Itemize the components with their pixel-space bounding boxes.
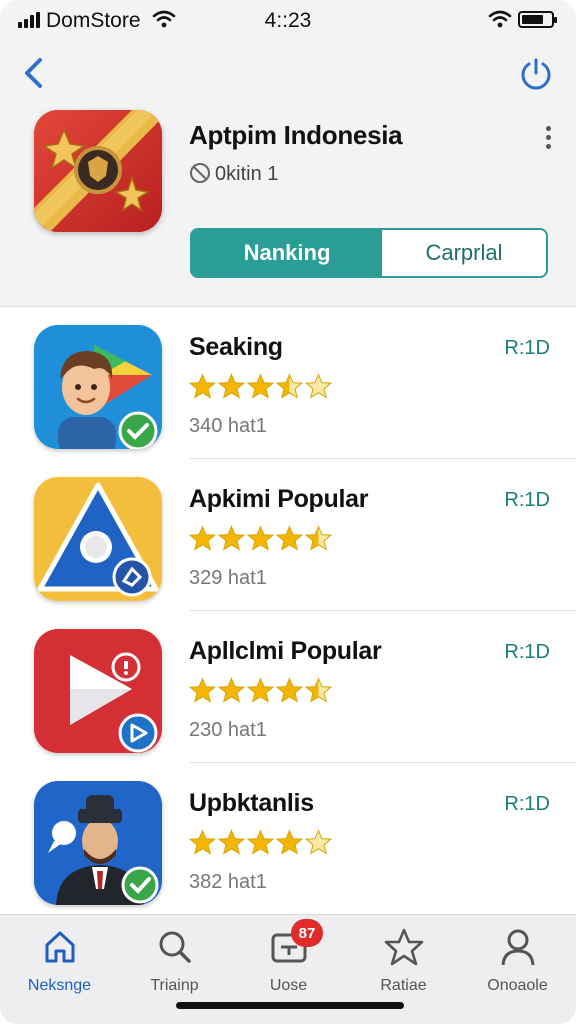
segmented-control: Nanking Carprlal bbox=[190, 228, 548, 278]
tab-search[interactable]: Triainp bbox=[117, 923, 232, 1003]
tab-updates[interactable]: 87 Uose bbox=[231, 919, 346, 1003]
phone-screen: DomStore 4::23 Aptpim Indonesia 0kitin 1… bbox=[0, 0, 576, 1024]
download-count: 329 hat1 bbox=[189, 567, 267, 589]
star-full-icon bbox=[218, 677, 245, 703]
back-arrow-icon[interactable] bbox=[18, 56, 50, 90]
tab-ratings[interactable]: Ratiae bbox=[346, 923, 461, 1003]
star-half-icon bbox=[305, 677, 332, 703]
app-icon bbox=[34, 325, 162, 449]
star-empty-icon bbox=[305, 373, 332, 399]
tab-home[interactable]: Neksnge bbox=[2, 923, 117, 1003]
star-full-icon bbox=[218, 373, 245, 399]
star-full-icon bbox=[189, 677, 216, 703]
search-icon bbox=[159, 931, 191, 963]
app-name: Seaking bbox=[189, 333, 283, 361]
star-full-icon bbox=[247, 373, 274, 399]
star-full-icon bbox=[218, 525, 245, 551]
star-full-icon bbox=[218, 829, 245, 855]
rank-tag: R:1D bbox=[504, 489, 550, 511]
tab-profile[interactable]: Onoaole bbox=[460, 923, 575, 1003]
notification-badge: 87 bbox=[291, 919, 323, 947]
app-name: Apkimi Popular bbox=[189, 485, 369, 513]
list-item[interactable]: Upbktanlis R:1D 382 hat1 bbox=[0, 763, 576, 915]
star-rating bbox=[189, 829, 334, 859]
star-full-icon bbox=[276, 525, 303, 551]
star-icon bbox=[384, 928, 423, 966]
rank-tag: R:1D bbox=[504, 641, 550, 663]
tab-label: Triainp bbox=[150, 977, 199, 994]
tab-label: Uose bbox=[269, 977, 308, 994]
app-name: Apllclmi Popular bbox=[189, 637, 382, 665]
star-rating bbox=[189, 373, 334, 403]
tab-label: Ratiae bbox=[380, 977, 427, 994]
app-title: Aptpim Indonesia bbox=[189, 120, 403, 150]
home-indicator[interactable] bbox=[176, 1002, 404, 1009]
more-vertical-icon[interactable] bbox=[538, 126, 558, 152]
wifi-icon bbox=[488, 10, 512, 28]
star-half-icon bbox=[276, 373, 303, 399]
segment-ranking[interactable]: Nanking bbox=[192, 230, 382, 276]
star-full-icon bbox=[247, 677, 274, 703]
star-full-icon bbox=[276, 677, 303, 703]
download-count: 382 hat1 bbox=[189, 871, 267, 893]
app-icon bbox=[34, 629, 162, 753]
list-item[interactable]: Seaking R:1D 340 hat1 bbox=[0, 307, 576, 459]
star-full-icon bbox=[189, 829, 216, 855]
list-item[interactable]: Apkimi Popular R:1D 329 hat1 bbox=[0, 459, 576, 611]
app-subtitle: 0kitin 1 bbox=[215, 163, 279, 185]
power-icon[interactable] bbox=[518, 56, 554, 92]
star-rating bbox=[189, 525, 334, 555]
app-name: Upbktanlis bbox=[189, 789, 314, 817]
app-list: Seaking R:1D 340 hat1 Apkimi Popular R:1… bbox=[0, 306, 576, 915]
person-icon bbox=[501, 929, 534, 966]
rank-tag: R:1D bbox=[504, 793, 550, 815]
star-full-icon bbox=[247, 829, 274, 855]
tab-label: Onoaole bbox=[487, 977, 548, 994]
rank-tag: R:1D bbox=[504, 337, 550, 359]
status-bar: DomStore 4::23 bbox=[0, 0, 576, 44]
app-icon bbox=[34, 110, 162, 232]
download-count: 230 hat1 bbox=[189, 719, 267, 741]
app-icon bbox=[34, 477, 162, 601]
tab-label: Neksnge bbox=[27, 977, 92, 994]
segment-category[interactable]: Carprlal bbox=[382, 230, 546, 276]
star-full-icon bbox=[189, 525, 216, 551]
home-icon bbox=[45, 931, 74, 963]
ban-icon bbox=[190, 163, 210, 183]
battery-level bbox=[522, 15, 543, 24]
star-full-icon bbox=[189, 373, 216, 399]
star-full-icon bbox=[276, 829, 303, 855]
star-half-icon bbox=[305, 525, 332, 551]
app-icon bbox=[34, 781, 162, 905]
star-rating bbox=[189, 677, 334, 707]
battery-icon bbox=[518, 11, 557, 28]
star-full-icon bbox=[247, 525, 274, 551]
list-item[interactable]: Apllclmi Popular R:1D 230 hat1 bbox=[0, 611, 576, 763]
star-empty-icon bbox=[305, 829, 332, 855]
download-count: 340 hat1 bbox=[189, 415, 267, 437]
